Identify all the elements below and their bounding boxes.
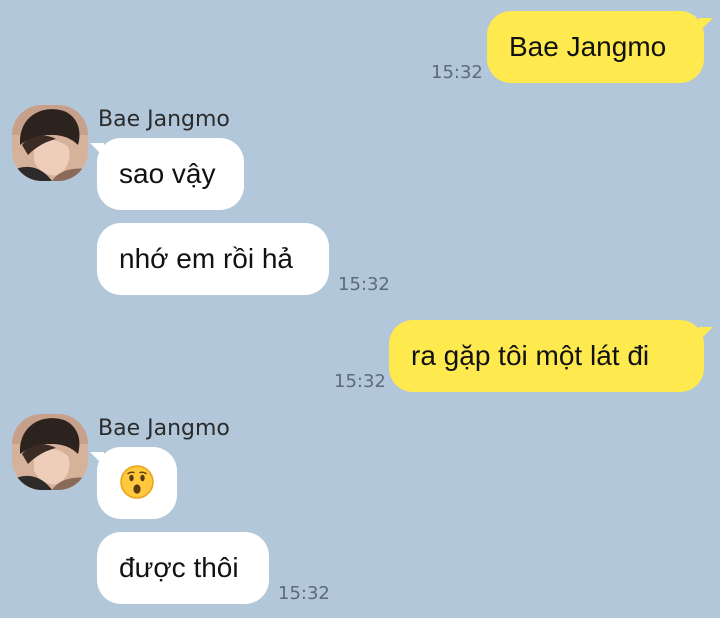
message-text: sao vậy: [119, 158, 216, 189]
avatar[interactable]: [12, 414, 88, 490]
message-timestamp: 15:32: [431, 62, 483, 83]
message-timestamp: 15:32: [278, 583, 330, 604]
profile-photo: [12, 414, 88, 490]
message-timestamp: 15:32: [334, 371, 386, 392]
message-timestamp: 15:32: [338, 274, 390, 295]
message-bubble-incoming[interactable]: được thôi: [97, 532, 269, 604]
bubble-tail: [699, 327, 713, 341]
sender-name: Bae Jangmo: [98, 107, 230, 132]
sender-name: Bae Jangmo: [98, 416, 230, 441]
message-bubble-outgoing[interactable]: Bae Jangmo: [487, 11, 704, 83]
message-text: ra gặp tôi một lát đi: [411, 340, 650, 371]
avatar[interactable]: [12, 105, 88, 181]
message-text: nhớ em rồi hả: [119, 243, 294, 274]
bubble-tail: [699, 18, 713, 32]
message-bubble-incoming[interactable]: nhớ em rồi hả: [97, 223, 329, 295]
hushed-face-icon: [120, 464, 154, 499]
message-bubble-incoming[interactable]: [97, 447, 177, 519]
message-text: Bae Jangmo: [509, 31, 667, 62]
profile-photo: [12, 105, 88, 181]
message-text: được thôi: [119, 552, 239, 583]
message-bubble-outgoing[interactable]: ra gặp tôi một lát đi: [389, 320, 704, 392]
message-bubble-incoming[interactable]: sao vậy: [97, 138, 244, 210]
chat-area[interactable]: Bae Jangmo 15:32 Bae Jangmo sao vậy nhớ …: [0, 0, 720, 618]
